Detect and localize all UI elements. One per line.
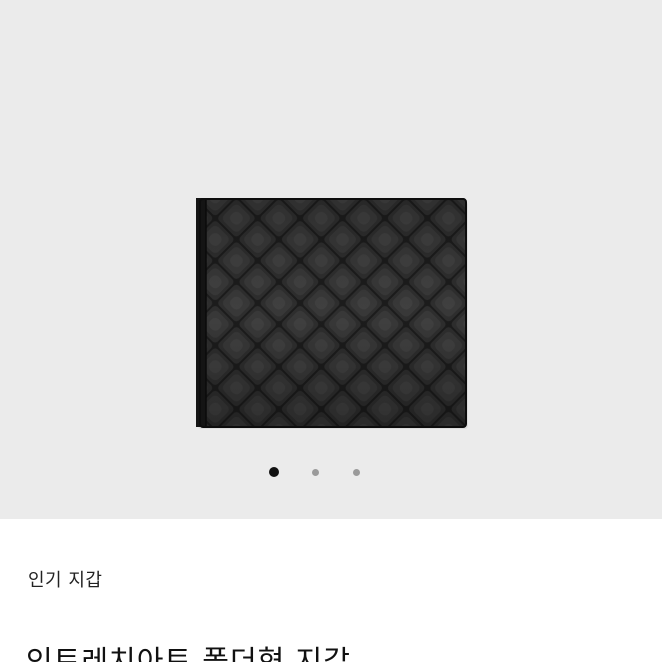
- product-image-carousel[interactable]: [0, 0, 662, 519]
- product-title: 인트레치아토 폴더형 지갑: [26, 644, 351, 662]
- product-page: 인기 지갑 인트레치아토 폴더형 지갑: [0, 0, 662, 662]
- carousel-pagination: [0, 466, 662, 480]
- carousel-dot-2[interactable]: [312, 469, 319, 476]
- carousel-dot-3[interactable]: [353, 469, 360, 476]
- wallet-product-image: [196, 198, 468, 429]
- carousel-dot-1[interactable]: [269, 467, 279, 477]
- product-category-link[interactable]: 인기 지갑: [28, 566, 102, 592]
